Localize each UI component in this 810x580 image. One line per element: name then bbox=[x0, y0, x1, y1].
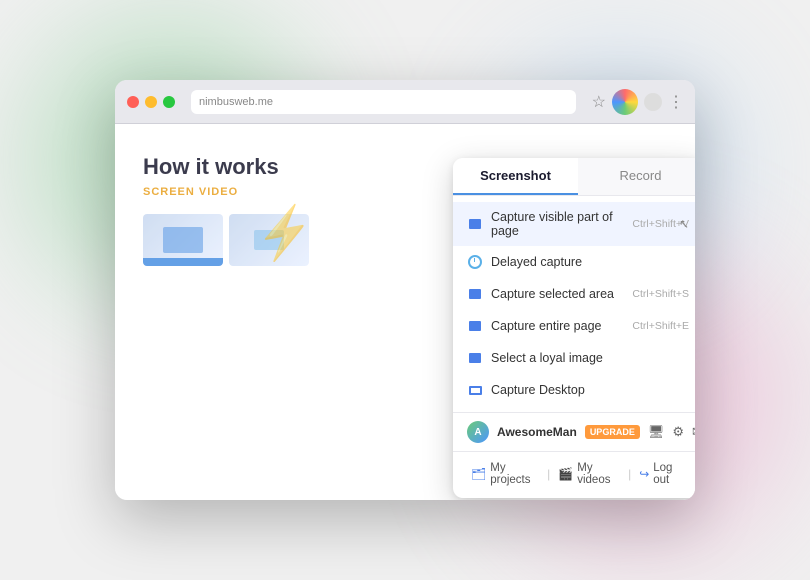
menu-item-capture-selected[interactable]: Capture selected area Ctrl+Shift+S bbox=[453, 278, 695, 310]
my-videos-label: My videos bbox=[577, 462, 620, 486]
user-name: AwesomeMan bbox=[497, 425, 577, 439]
capture-selected-shortcut: Ctrl+Shift+S bbox=[632, 288, 689, 300]
capture-selected-label: Capture selected area bbox=[491, 287, 632, 301]
address-bar[interactable]: nimbusweb.me bbox=[191, 90, 576, 114]
settings-icon[interactable]: ⚙ bbox=[672, 424, 684, 440]
address-text: nimbusweb.me bbox=[199, 96, 568, 108]
capture-visible-label: Capture visible part of page bbox=[491, 210, 632, 238]
browser-dots bbox=[127, 96, 175, 108]
capture-entire-shortcut: Ctrl+Shift+E bbox=[632, 320, 689, 332]
capture-desktop-icon bbox=[467, 382, 483, 398]
capture-entire-label: Capture entire page bbox=[491, 319, 632, 333]
user-action-icons: 🖥 ⚙ ✉ ⌃ bbox=[648, 424, 695, 440]
menu-item-capture-visible[interactable]: Capture visible part of page Ctrl+Shift+… bbox=[453, 202, 695, 246]
menu-item-select-loyal[interactable]: Select a loyal image bbox=[453, 342, 695, 374]
menu-items-list: Capture visible part of page Ctrl+Shift+… bbox=[453, 196, 695, 412]
mail-icon[interactable]: ✉ bbox=[692, 424, 695, 440]
my-videos-link[interactable]: 🎬 My videos bbox=[554, 460, 624, 488]
extension-icon[interactable] bbox=[612, 89, 638, 115]
user-section: A AwesomeMan upgrade 🖥 ⚙ ✉ ⌃ bbox=[453, 412, 695, 451]
select-loyal-label: Select a loyal image bbox=[491, 351, 689, 365]
dot-maximize[interactable] bbox=[163, 96, 175, 108]
popup-tabs: Screenshot Record bbox=[453, 158, 695, 196]
capture-visible-icon bbox=[467, 216, 483, 232]
tab-record[interactable]: Record bbox=[578, 158, 695, 195]
browser-toolbar: nimbusweb.me ☆ ⋮ bbox=[115, 80, 695, 124]
user-avatar: A bbox=[467, 421, 489, 443]
bookmark-icon[interactable]: ☆ bbox=[592, 92, 606, 112]
upgrade-badge[interactable]: upgrade bbox=[585, 425, 640, 439]
delayed-capture-icon bbox=[467, 254, 483, 270]
lightning-icon: ⚡ bbox=[251, 199, 320, 266]
projects-icon: 🗂 bbox=[471, 467, 486, 481]
log-out-label: Log out bbox=[653, 462, 685, 486]
my-projects-link[interactable]: 🗂 My projects bbox=[467, 460, 543, 488]
menu-item-capture-desktop[interactable]: Capture Desktop bbox=[453, 374, 695, 406]
more-options-icon[interactable]: ⋮ bbox=[668, 92, 683, 112]
popup-dropdown: Screenshot Record Capture visible part o… bbox=[453, 158, 695, 498]
monitor-icon[interactable]: 🖥 bbox=[648, 424, 665, 440]
menu-item-capture-entire[interactable]: Capture entire page Ctrl+Shift+E bbox=[453, 310, 695, 342]
select-loyal-icon bbox=[467, 350, 483, 366]
videos-icon: 🎬 bbox=[558, 467, 573, 481]
dot-close[interactable] bbox=[127, 96, 139, 108]
delayed-capture-label: Delayed capture bbox=[491, 255, 689, 269]
capture-desktop-label: Capture Desktop bbox=[491, 383, 689, 397]
log-out-link[interactable]: ↪ Log out bbox=[635, 460, 689, 488]
menu-item-delayed-capture[interactable]: Delayed capture bbox=[453, 246, 695, 278]
cursor-pointer: ↖ bbox=[679, 217, 689, 231]
my-projects-label: My projects bbox=[490, 462, 539, 486]
tab-screenshot[interactable]: Screenshot bbox=[453, 158, 578, 195]
thumbnail-1 bbox=[143, 214, 223, 266]
account-icon[interactable] bbox=[644, 93, 662, 111]
logout-icon: ↪ bbox=[639, 467, 649, 481]
capture-entire-icon bbox=[467, 318, 483, 334]
thumb-bar-1 bbox=[143, 258, 223, 266]
capture-selected-icon bbox=[467, 286, 483, 302]
browser-content: How it works SCREEN VIDEO ☁ bbox=[115, 124, 695, 500]
browser-window: nimbusweb.me ☆ ⋮ How it works SCREEN VID… bbox=[115, 80, 695, 500]
dot-minimize[interactable] bbox=[145, 96, 157, 108]
bottom-links: 🗂 My projects | 🎬 My videos | ↪ Log out bbox=[453, 451, 695, 498]
ext-icons: ☆ ⋮ bbox=[592, 89, 683, 115]
